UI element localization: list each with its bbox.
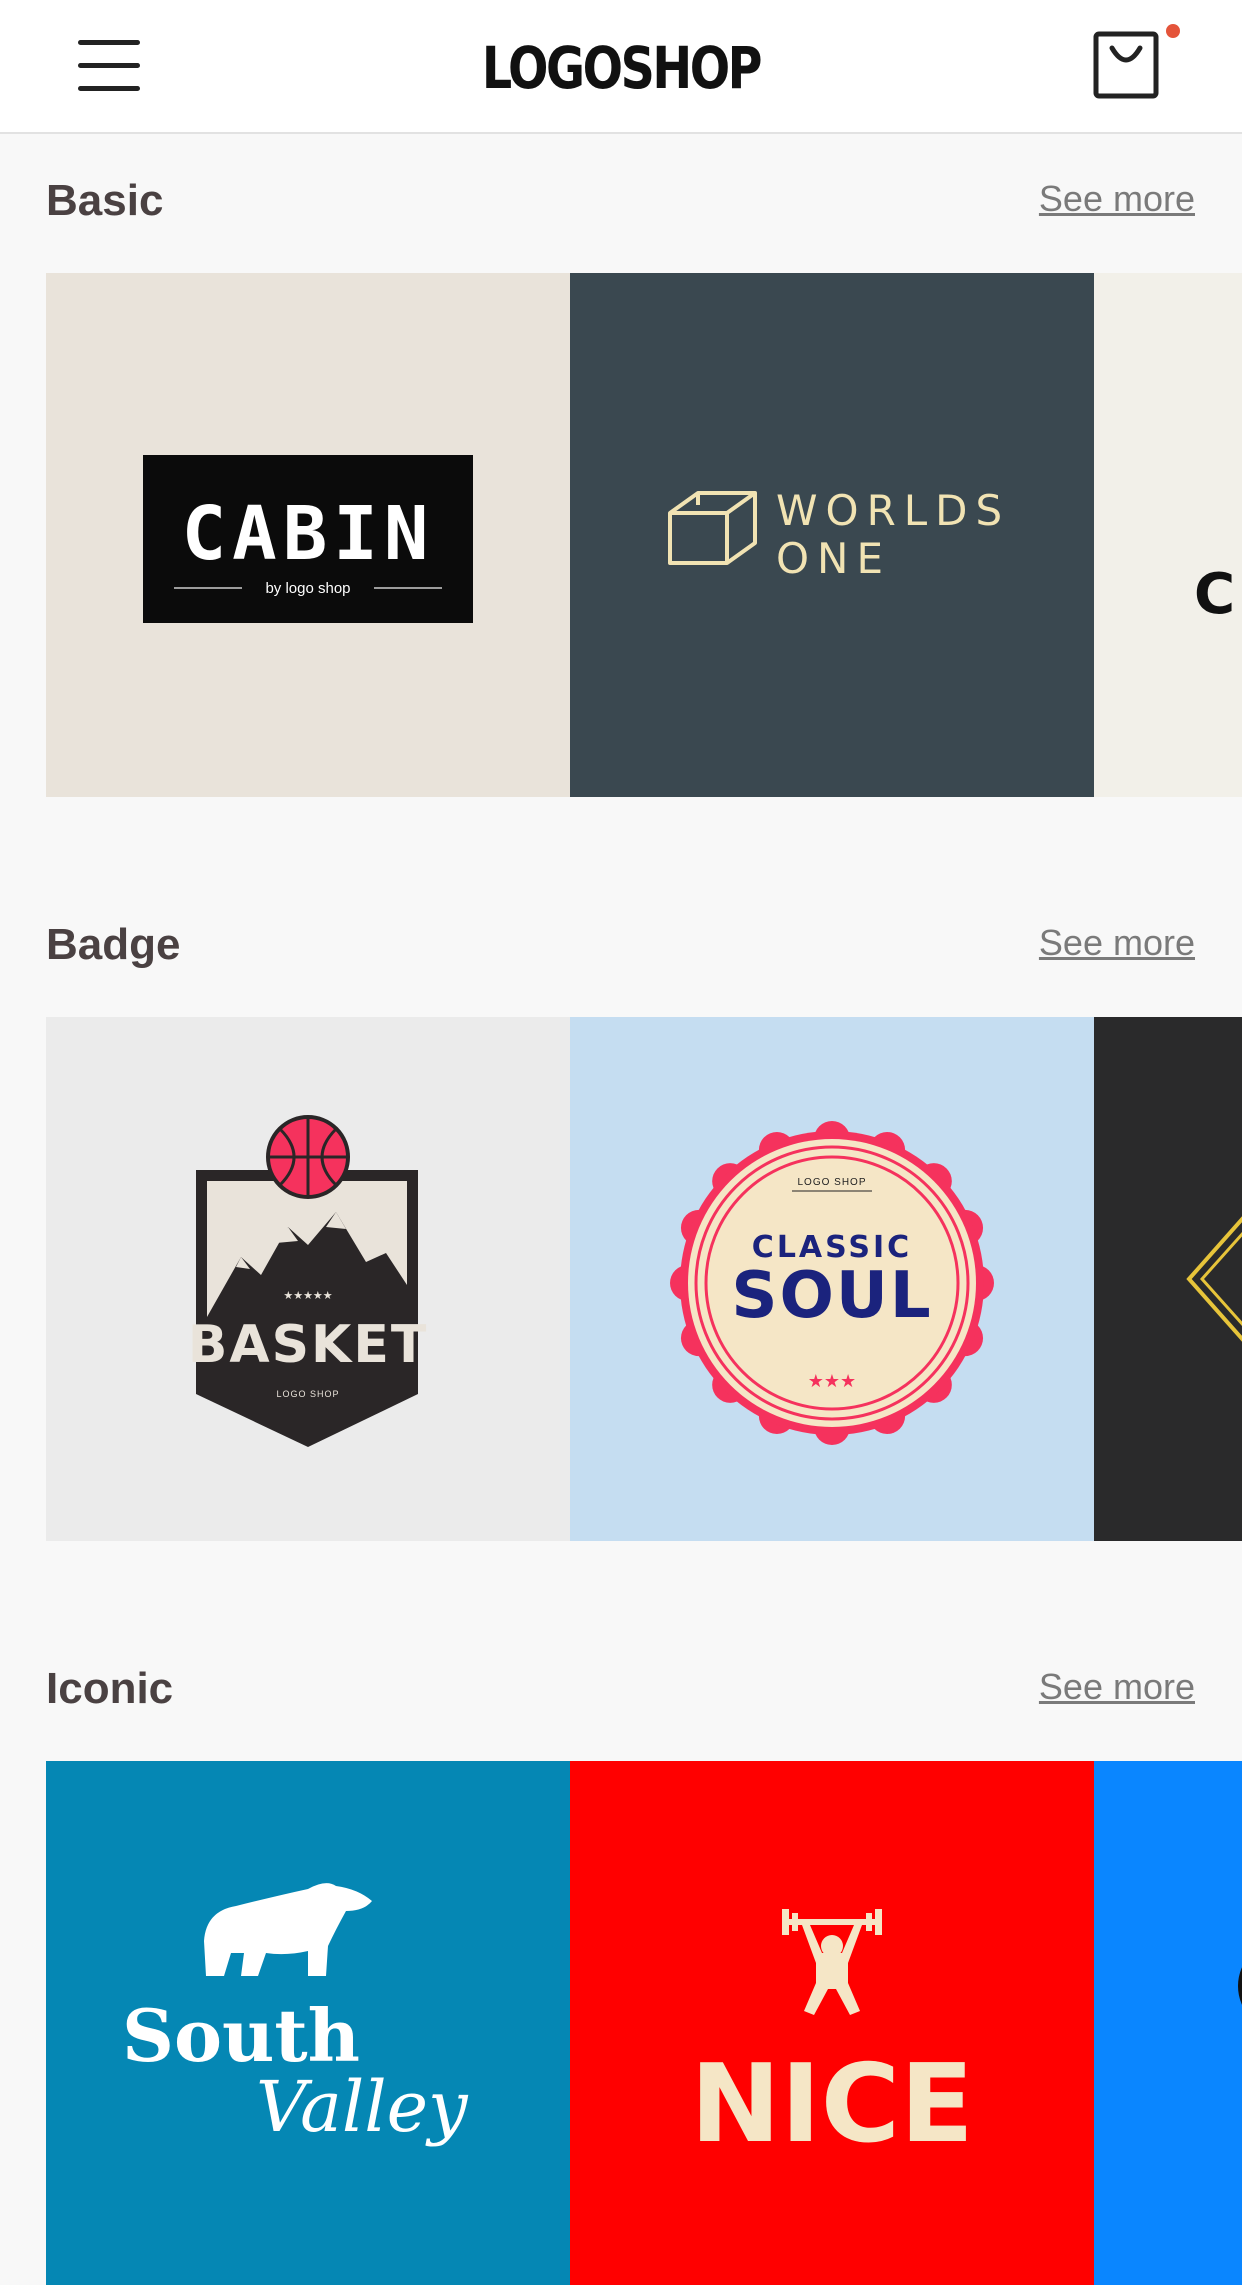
cabin-logo-subtitle: by logo shop xyxy=(265,580,350,597)
basket-logo-subtitle: LOGO SHOP xyxy=(276,1389,339,1399)
logo-carousel[interactable]: CABIN by logo shop WORLDS ONE C xyxy=(46,273,1242,797)
classic-soul-top-text: LOGO SHOP xyxy=(797,1177,866,1188)
partial-logo: C xyxy=(1194,562,1235,627)
worlds-one-logo: WORLDS ONE xyxy=(668,486,1010,583)
basket-logo-text: BASKET xyxy=(188,1315,429,1375)
logo-carousel[interactable]: South Valley NICE xyxy=(46,1761,1242,2285)
cart-badge-dot xyxy=(1166,24,1180,38)
section-badge: Badge See more ★★★★★ BASKET LOGO SHOP LO… xyxy=(0,878,1242,1578)
cube-icon xyxy=(668,491,757,565)
brand-logo[interactable]: LOGOSHOP xyxy=(112,34,1130,102)
logo-tile-basket[interactable]: ★★★★★ BASKET LOGO SHOP xyxy=(46,1017,570,1541)
logo-tile-classic-soul[interactable]: LOGO SHOP CLASSIC SOUL ★★★ xyxy=(570,1017,1094,1541)
blue-partial-logo xyxy=(1238,1967,1242,2005)
worlds-one-text-line1: WORLDS xyxy=(776,486,1010,535)
shopping-bag-icon[interactable] xyxy=(1092,30,1162,102)
section-title: Badge xyxy=(46,920,181,969)
logo-tile-dark-partial[interactable] xyxy=(1094,1017,1242,1541)
see-more-link[interactable]: See more xyxy=(1039,922,1195,964)
logo-carousel[interactable]: ★★★★★ BASKET LOGO SHOP LOGO SHOP CLASSIC… xyxy=(46,1017,1242,1541)
basket-logo: ★★★★★ BASKET LOGO SHOP xyxy=(188,1115,429,1447)
section-iconic: Iconic See more South Valley NICE xyxy=(0,1622,1242,2285)
south-valley-logo: South Valley xyxy=(122,1883,469,2148)
weightlifter-icon xyxy=(782,1909,882,2015)
logo-tile-blue-partial[interactable] xyxy=(1094,1761,1242,2285)
south-valley-line2: Valley xyxy=(256,2066,469,2148)
logo-tile-partial[interactable]: C xyxy=(1094,273,1242,797)
classic-soul-logo: LOGO SHOP CLASSIC SOUL ★★★ xyxy=(670,1121,994,1445)
section-basic: Basic See more CABIN by logo shop WORLDS xyxy=(0,134,1242,834)
basket-stars: ★★★★★ xyxy=(283,1290,332,1302)
basketball-icon xyxy=(266,1115,350,1199)
diamond-logo xyxy=(1186,1216,1242,1342)
section-title: Basic xyxy=(46,176,164,225)
worlds-one-text-line2: ONE xyxy=(776,534,891,583)
logo-tile-worlds-one[interactable]: WORLDS ONE xyxy=(570,273,1094,797)
cabin-logo: CABIN by logo shop xyxy=(143,455,473,623)
classic-soul-line2: SOUL xyxy=(731,1259,932,1333)
logo-tile-south-valley[interactable]: South Valley xyxy=(46,1761,570,2285)
nice-logo-text: NICE xyxy=(690,2042,974,2167)
partial-logo-text: C xyxy=(1194,562,1235,627)
cabin-logo-text: CABIN xyxy=(182,491,435,577)
see-more-link[interactable]: See more xyxy=(1039,1666,1195,1708)
polar-bear-icon xyxy=(204,1883,372,1976)
logo-tile-cabin[interactable]: CABIN by logo shop xyxy=(46,273,570,797)
section-title: Iconic xyxy=(46,1664,174,1713)
nice-logo: NICE xyxy=(690,1909,974,2167)
logo-tile-nice[interactable]: NICE xyxy=(570,1761,1094,2285)
top-navigation-bar: LOGOSHOP xyxy=(0,0,1242,134)
classic-soul-stars: ★★★ xyxy=(808,1371,856,1391)
see-more-link[interactable]: See more xyxy=(1039,178,1195,220)
